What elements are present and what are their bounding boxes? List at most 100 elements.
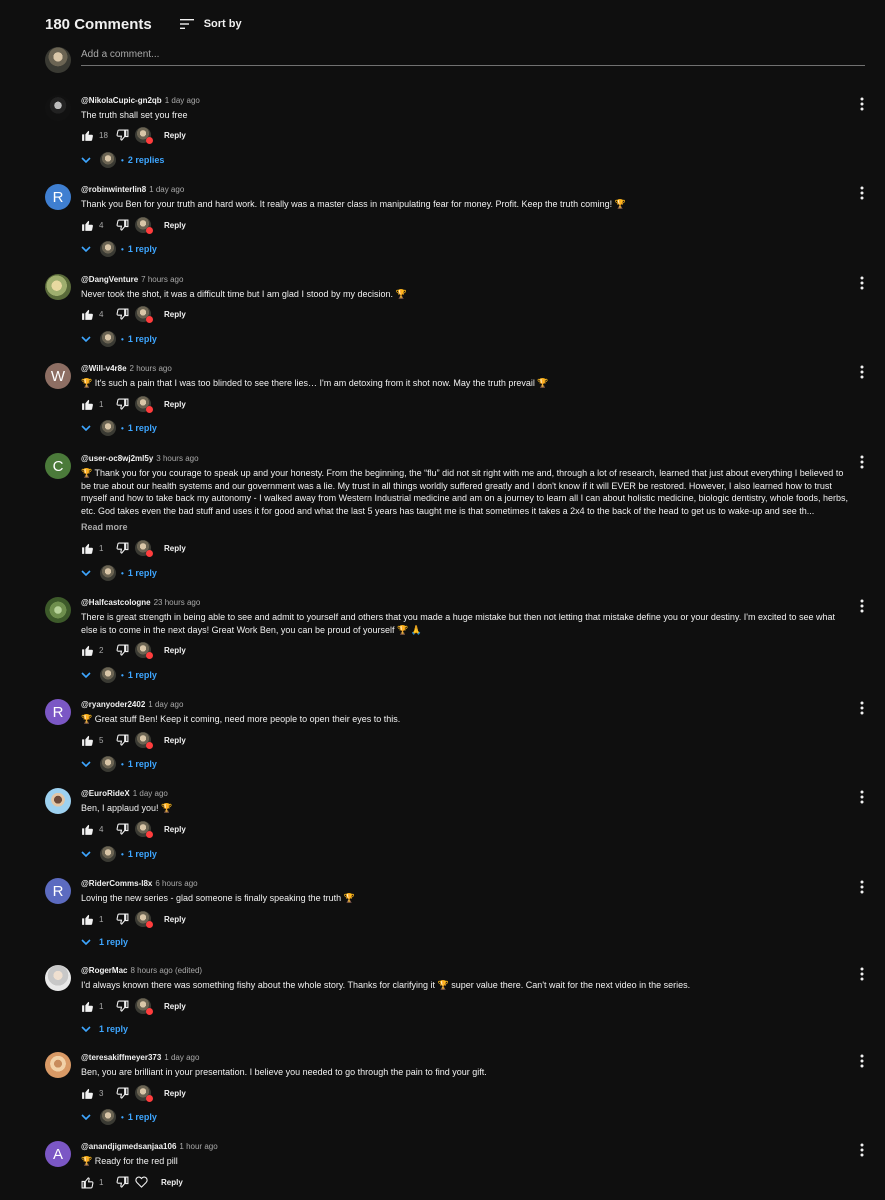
comment-time[interactable]: 7 hours ago — [141, 275, 183, 284]
like-button[interactable] — [81, 129, 94, 142]
comment-author[interactable]: @user-oc8wj2ml5y — [81, 454, 153, 463]
like-button[interactable] — [81, 398, 94, 411]
sort-by-button[interactable]: Sort by — [179, 18, 242, 30]
commenter-avatar[interactable]: C — [45, 453, 71, 479]
dislike-button[interactable] — [116, 219, 129, 232]
view-replies-button[interactable]: • 1 reply — [81, 846, 157, 862]
dislike-button[interactable] — [116, 308, 129, 321]
comment-time[interactable]: 1 day ago — [148, 700, 183, 709]
like-button[interactable] — [81, 1176, 94, 1189]
comment-author[interactable]: @Will-v4r8e — [81, 364, 127, 373]
comment-time[interactable]: 8 hours ago (edited) — [130, 966, 202, 975]
reply-button[interactable]: Reply — [164, 1089, 186, 1098]
commenter-avatar[interactable]: W — [45, 363, 71, 389]
dislike-button[interactable] — [116, 644, 129, 657]
dislike-button[interactable] — [116, 913, 129, 926]
commenter-avatar[interactable] — [45, 965, 71, 991]
view-replies-button[interactable]: 1 reply — [81, 934, 128, 950]
reply-button[interactable]: Reply — [161, 1178, 183, 1187]
more-actions-icon[interactable] — [855, 965, 869, 983]
more-actions-icon[interactable] — [855, 597, 869, 615]
reply-button[interactable]: Reply — [164, 1002, 186, 1011]
like-button[interactable] — [81, 823, 94, 836]
more-actions-icon[interactable] — [855, 363, 869, 381]
comment-time[interactable]: 6 hours ago — [155, 879, 197, 888]
dislike-button[interactable] — [116, 734, 129, 747]
more-actions-icon[interactable] — [855, 699, 869, 717]
commenter-avatar[interactable] — [45, 597, 71, 623]
commenter-avatar[interactable]: A — [45, 1141, 71, 1167]
heart-icon[interactable] — [135, 1176, 148, 1188]
view-replies-button[interactable]: • 1 reply — [81, 565, 157, 581]
comment-author[interactable]: @teresakiffmeyer373 — [81, 1053, 161, 1062]
more-actions-icon[interactable] — [855, 1052, 869, 1070]
commenter-avatar[interactable]: R — [45, 699, 71, 725]
like-button[interactable] — [81, 308, 94, 321]
view-replies-button[interactable]: • 2 replies — [81, 152, 164, 168]
reply-button[interactable]: Reply — [164, 736, 186, 745]
reply-button[interactable]: Reply — [164, 221, 186, 230]
more-actions-icon[interactable] — [855, 274, 869, 292]
like-button[interactable] — [81, 219, 94, 232]
comment-time[interactable]: 3 hours ago — [156, 454, 198, 463]
reply-button[interactable]: Reply — [164, 400, 186, 409]
comment-author[interactable]: @DangVenture — [81, 275, 138, 284]
more-actions-icon[interactable] — [855, 95, 869, 113]
comment-author[interactable]: @RogerMac — [81, 966, 127, 975]
dislike-button[interactable] — [116, 1176, 129, 1189]
comment-author[interactable]: @robinwinterlin8 — [81, 185, 146, 194]
view-replies-button[interactable]: • 1 reply — [81, 331, 157, 347]
comment-time[interactable]: 1 hour ago — [179, 1142, 217, 1151]
commenter-avatar[interactable] — [45, 788, 71, 814]
view-replies-button[interactable]: • 1 reply — [81, 1109, 157, 1125]
creator-avatar — [100, 565, 116, 581]
like-button[interactable] — [81, 1000, 94, 1013]
comment-author[interactable]: @EuroRideX — [81, 789, 130, 798]
commenter-avatar[interactable]: R — [45, 184, 71, 210]
dislike-button[interactable] — [116, 398, 129, 411]
commenter-avatar[interactable] — [45, 95, 71, 121]
comment-time[interactable]: 1 day ago — [165, 96, 200, 105]
reply-button[interactable]: Reply — [164, 544, 186, 553]
read-more-button[interactable]: Read more — [81, 522, 128, 532]
comment-time[interactable]: 1 day ago — [164, 1053, 199, 1062]
commenter-avatar[interactable]: R — [45, 878, 71, 904]
dislike-button[interactable] — [116, 542, 129, 555]
commenter-avatar[interactable] — [45, 1052, 71, 1078]
dislike-button[interactable] — [116, 1087, 129, 1100]
reply-button[interactable]: Reply — [164, 915, 186, 924]
more-actions-icon[interactable] — [855, 788, 869, 806]
more-actions-icon[interactable] — [855, 878, 869, 896]
comment-time[interactable]: 1 day ago — [149, 185, 184, 194]
more-actions-icon[interactable] — [855, 184, 869, 202]
add-comment-input[interactable]: Add a comment... — [81, 47, 865, 66]
reply-button[interactable]: Reply — [164, 131, 186, 140]
dislike-button[interactable] — [116, 823, 129, 836]
reply-button[interactable]: Reply — [164, 825, 186, 834]
more-actions-icon[interactable] — [855, 1141, 869, 1159]
comment-time[interactable]: 1 day ago — [133, 789, 168, 798]
comment-time[interactable]: 2 hours ago — [130, 364, 172, 373]
like-button[interactable] — [81, 734, 94, 747]
like-button[interactable] — [81, 644, 94, 657]
like-button[interactable] — [81, 1087, 94, 1100]
reply-button[interactable]: Reply — [164, 646, 186, 655]
comment-author[interactable]: @anandjigmedsanjaa106 — [81, 1142, 176, 1151]
like-button[interactable] — [81, 913, 94, 926]
like-button[interactable] — [81, 542, 94, 555]
dislike-button[interactable] — [116, 1000, 129, 1013]
comment-author[interactable]: @RiderComms-l8x — [81, 879, 152, 888]
comment-time[interactable]: 23 hours ago — [154, 598, 201, 607]
comment-author[interactable]: @ryanyoder2402 — [81, 700, 145, 709]
view-replies-button[interactable]: • 1 reply — [81, 241, 157, 257]
commenter-avatar[interactable] — [45, 274, 71, 300]
view-replies-button[interactable]: • 1 reply — [81, 420, 157, 436]
view-replies-button[interactable]: • 1 reply — [81, 667, 157, 683]
dislike-button[interactable] — [116, 129, 129, 142]
more-actions-icon[interactable] — [855, 453, 869, 471]
comment-author[interactable]: @Halfcastcologne — [81, 598, 151, 607]
comment-author[interactable]: @NikolaCupic-gn2qb — [81, 96, 162, 105]
view-replies-button[interactable]: 1 reply — [81, 1021, 128, 1037]
reply-button[interactable]: Reply — [164, 310, 186, 319]
view-replies-button[interactable]: • 1 reply — [81, 756, 157, 772]
